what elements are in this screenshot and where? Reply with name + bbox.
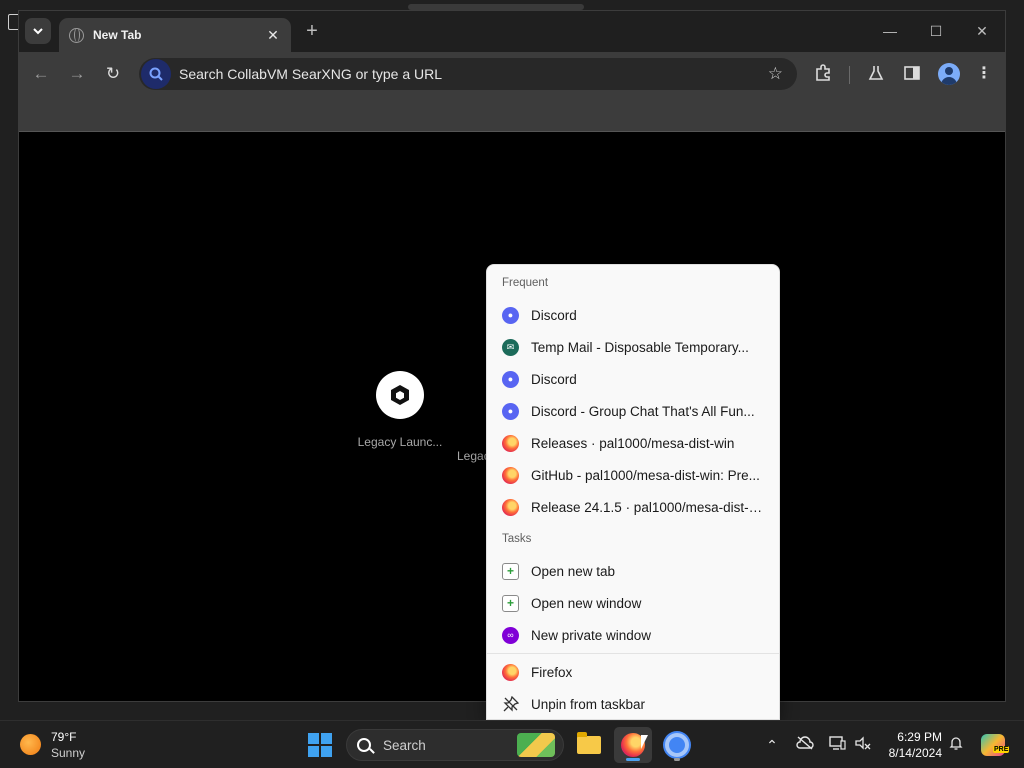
- tab-title: New Tab: [93, 28, 142, 42]
- firefox-icon: [502, 434, 519, 452]
- app-label: Firefox: [531, 664, 573, 680]
- address-bar[interactable]: Search CollabVM SearXNG or type a URL ☆: [139, 58, 797, 90]
- search-icon: [149, 67, 163, 81]
- frequent-heading: Frequent: [502, 277, 549, 289]
- jump-list-item-label: Temp Mail - Disposable Temporary...: [531, 339, 749, 355]
- firefox-icon: [502, 466, 519, 484]
- tray-overflow-chevron-icon[interactable]: ⌃: [762, 735, 782, 755]
- temp-mail-icon: ✉: [502, 338, 519, 356]
- unpin-from-taskbar[interactable]: Unpin from taskbar: [487, 688, 779, 719]
- task-label: New private window: [531, 627, 652, 643]
- task-open-new-tab[interactable]: + Open new tab: [487, 555, 779, 587]
- clock-time: 6:29 PM: [897, 730, 942, 744]
- new-window-icon: +: [502, 594, 519, 612]
- task-open-new-window[interactable]: + Open new window: [487, 587, 779, 619]
- jump-list-item[interactable]: ● Discord: [487, 299, 779, 331]
- shortcut-tile-partial[interactable]: Legacy Launcher: [457, 371, 487, 463]
- bookmark-star-icon[interactable]: ☆: [768, 64, 783, 84]
- reload-button[interactable]: ↻: [101, 62, 125, 86]
- unpin-label: Unpin from taskbar: [531, 696, 646, 712]
- notification-bell-icon[interactable]: [946, 735, 966, 755]
- back-button[interactable]: ←: [29, 62, 53, 86]
- tab-new-tab[interactable]: New Tab ✕: [59, 18, 291, 52]
- jump-list-item-label: GitHub - pal1000/mesa-dist-win: Pre...: [531, 467, 760, 483]
- tasks-heading: Tasks: [502, 533, 532, 545]
- running-app-indicator: [674, 758, 680, 761]
- start-button[interactable]: [308, 733, 332, 757]
- shortcut-label: Legacy Launcher: [457, 449, 487, 463]
- taskbar-search-placeholder[interactable]: Search: [383, 738, 517, 753]
- firefox-icon: [502, 498, 519, 516]
- toolbar-divider: [849, 66, 850, 84]
- forward-button[interactable]: →: [65, 62, 89, 86]
- discord-icon: ●: [502, 402, 519, 420]
- jump-list-item[interactable]: Release 24.1.5 · pal1000/mesa-dist-w...: [487, 491, 779, 523]
- jump-list-item[interactable]: GitHub - pal1000/mesa-dist-win: Pre...: [487, 459, 779, 491]
- chrome-icon: [665, 733, 689, 757]
- maximize-button[interactable]: ☐: [913, 19, 959, 43]
- jump-list-item[interactable]: Releases · pal1000/mesa-dist-win: [487, 427, 779, 459]
- jump-list-divider: [487, 653, 779, 654]
- copilot-preview-badge: PRE: [993, 746, 1010, 753]
- firefox-icon: [502, 663, 519, 681]
- search-icon: [357, 738, 371, 752]
- taskbar: 79°F Sunny Search ⌃ 6:29 PM 8/14/2024 PR…: [0, 720, 1024, 768]
- shortcut-logo-icon: [376, 371, 424, 419]
- task-label: Open new window: [531, 595, 642, 611]
- close-window-button[interactable]: ✕: [959, 19, 1005, 43]
- new-tab-icon: +: [502, 562, 519, 580]
- address-bar-text[interactable]: Search CollabVM SearXNG or type a URL: [179, 66, 768, 82]
- side-panel-icon[interactable]: [902, 64, 922, 84]
- bookmarks-bar: [19, 96, 1005, 132]
- jump-list-item-label: Discord: [531, 371, 577, 387]
- folder-icon: [577, 732, 601, 754]
- task-new-private-window[interactable]: ∞ New private window: [487, 619, 779, 651]
- unpin-icon: [502, 696, 519, 713]
- close-tab-icon[interactable]: ✕: [265, 27, 281, 44]
- windows-logo-icon: [308, 733, 319, 744]
- mouse-cursor-icon: [641, 735, 648, 749]
- new-tab-button[interactable]: +: [301, 21, 323, 43]
- jump-list-item[interactable]: ✉ Temp Mail - Disposable Temporary...: [487, 331, 779, 363]
- tab-search-button[interactable]: [25, 18, 51, 44]
- tab-strip: New Tab ✕ + — ☐ ✕: [19, 11, 1005, 52]
- chevron-down-icon: [33, 28, 43, 35]
- active-app-indicator: [626, 758, 640, 761]
- taskbar-search-box[interactable]: Search: [346, 729, 564, 761]
- jump-list-item-label: Discord: [531, 307, 577, 323]
- minimize-button[interactable]: —: [867, 19, 913, 43]
- labs-flask-icon[interactable]: [866, 64, 886, 84]
- taskbar-jump-list: Frequent ● Discord ✉ Temp Mail - Disposa…: [486, 264, 780, 720]
- clock-date: 8/14/2024: [888, 746, 942, 760]
- display-icon[interactable]: [827, 735, 847, 755]
- search-engine-icon: [141, 59, 171, 89]
- globe-icon: [69, 27, 84, 43]
- network-volume-icon[interactable]: [853, 735, 873, 755]
- search-highlight-image: [517, 733, 555, 757]
- weather-sun-icon[interactable]: [20, 734, 41, 755]
- discord-icon: ●: [502, 306, 519, 324]
- jump-list-item-label: Release 24.1.5 · pal1000/mesa-dist-w...: [531, 499, 767, 515]
- discord-icon: ●: [502, 370, 519, 388]
- cloud-offline-icon[interactable]: [795, 735, 815, 755]
- task-label: Open new tab: [531, 563, 616, 579]
- weather-temperature[interactable]: 79°F: [51, 730, 76, 744]
- launch-firefox[interactable]: Firefox: [487, 656, 779, 688]
- weather-condition[interactable]: Sunny: [51, 746, 85, 760]
- taskbar-file-explorer[interactable]: [570, 727, 608, 763]
- system-clock[interactable]: 6:29 PM 8/14/2024: [880, 729, 942, 761]
- shortcut-label: Legacy Launc...: [357, 435, 443, 449]
- extensions-icon[interactable]: [813, 64, 833, 84]
- more-menu-icon[interactable]: ⋮: [974, 64, 994, 84]
- taskbar-chrome[interactable]: [658, 727, 696, 763]
- profile-avatar-icon[interactable]: [938, 63, 960, 85]
- shortcut-tile[interactable]: Legacy Launc...: [345, 371, 455, 449]
- private-window-icon: ∞: [502, 626, 519, 644]
- jump-list-item[interactable]: ● Discord: [487, 363, 779, 395]
- jump-list-item-label: Discord - Group Chat That's All Fun...: [531, 403, 755, 419]
- browser-toolbar: ← → ↻ Search CollabVM SearXNG or type a …: [19, 52, 1005, 96]
- jump-list-item-label: Releases · pal1000/mesa-dist-win: [531, 435, 735, 451]
- jump-list-item[interactable]: ● Discord - Group Chat That's All Fun...: [487, 395, 779, 427]
